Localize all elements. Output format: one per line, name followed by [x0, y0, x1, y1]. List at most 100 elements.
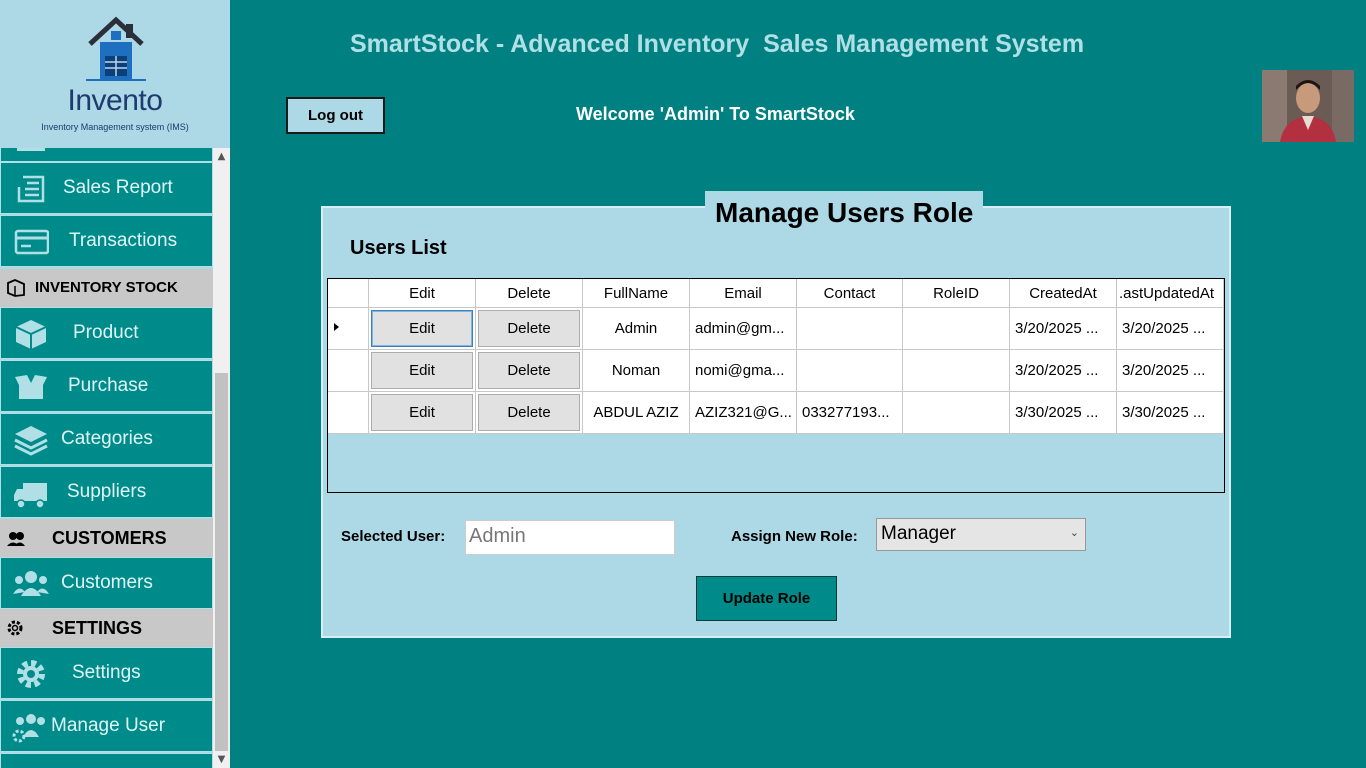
column-header[interactable]: RoleID [903, 279, 1010, 308]
cell-updated[interactable]: 3/30/2025 ... [1117, 392, 1224, 434]
column-header[interactable]: Edit [369, 279, 476, 308]
sidebar-item-settings[interactable]: Settings [0, 647, 213, 699]
section-header-customers: CUSTOMERS [0, 519, 213, 557]
logout-button[interactable]: Log out [286, 97, 385, 134]
role-dropdown[interactable]: Manager ⌄ [876, 518, 1086, 551]
cell-fullname[interactable]: ABDUL AZIZ [583, 392, 690, 434]
scroll-thumb[interactable] [215, 373, 228, 751]
sidebar-item-label: Product [73, 322, 139, 343]
column-header[interactable]: Contact [797, 279, 903, 308]
selected-user-field[interactable]: Admin [465, 520, 675, 555]
column-header[interactable]: .astUpdatedAt [1117, 279, 1224, 308]
column-header[interactable]: FullName [583, 279, 690, 308]
sidebar-item-customers[interactable]: Customers [0, 557, 213, 609]
partial-bottom-icon [13, 764, 49, 768]
column-header[interactable]: Email [690, 279, 797, 308]
cell-updated[interactable]: 3/20/2025 ... [1117, 308, 1224, 350]
row-selector[interactable] [328, 308, 369, 350]
delete-button[interactable]: Delete [476, 392, 583, 434]
cell-email[interactable]: AZIZ321@G... [690, 392, 797, 434]
edit-button[interactable]: Edit [369, 350, 476, 392]
user-gear-icon [11, 711, 47, 743]
logo: Invento Inventory Management system (IMS… [0, 0, 230, 148]
sidebar-item-partial[interactable] [0, 148, 213, 162]
panel-title: Manage Users Role [705, 191, 984, 231]
row-selector[interactable] [328, 392, 369, 434]
scroll-down-icon[interactable]: ▼ [213, 751, 230, 768]
row-arrow-icon [334, 323, 339, 331]
gear-small-icon [6, 619, 26, 637]
app-title: SmartStock - Advanced Inventory Sales Ma… [350, 30, 1085, 58]
cube-icon [13, 318, 49, 350]
sidebar-nav: Sales Report Transactions INVENTORY STOC… [0, 148, 213, 768]
sidebar-item-partial-bottom[interactable] [0, 753, 213, 768]
cell-contact[interactable] [797, 350, 903, 392]
open-box-icon [13, 371, 49, 403]
sidebar-item-label: Categories [61, 428, 153, 449]
truck-icon [13, 477, 49, 509]
section-header-label: SETTINGS [52, 618, 143, 638]
welcome-text: Welcome 'Admin' To SmartStock [576, 104, 855, 124]
sidebar: Invento Inventory Management system (IMS… [0, 0, 230, 768]
row-selector[interactable] [328, 350, 369, 392]
cell-fullname[interactable]: Admin [583, 308, 690, 350]
cell-contact[interactable] [797, 308, 903, 350]
delete-button[interactable]: Delete [476, 308, 583, 350]
sidebar-item-label: Manage User [51, 715, 166, 736]
column-header[interactable]: CreatedAt [1010, 279, 1117, 308]
sidebar-item-label: Sales Report [63, 177, 173, 198]
sidebar-item-suppliers[interactable]: Suppliers [0, 466, 213, 518]
table-row[interactable]: Edit Delete Noman nomi@gma... 3/20/2025 … [328, 350, 1224, 392]
cell-updated[interactable]: 3/20/2025 ... [1117, 350, 1224, 392]
house-logo-icon [86, 16, 146, 81]
sidebar-item-product[interactable]: Product [0, 307, 213, 359]
column-header[interactable]: Delete [476, 279, 583, 308]
sidebar-item-categories[interactable]: Categories [0, 413, 213, 465]
table-row[interactable]: Edit Delete Admin admin@gm... 3/20/2025 … [328, 308, 1224, 350]
sidebar-item-manage-user[interactable]: Manage User [0, 700, 213, 752]
section-header-label: CUSTOMERS [52, 528, 167, 548]
cell-created[interactable]: 3/30/2025 ... [1010, 392, 1117, 434]
role-dropdown-value: Manager [881, 523, 956, 544]
edit-button[interactable]: Edit [369, 392, 476, 434]
chevron-down-icon: ⌄ [1069, 527, 1079, 539]
selected-user-label: Selected User: [341, 528, 446, 545]
sidebar-item-sales-report[interactable]: Sales Report [0, 162, 213, 214]
cell-fullname[interactable]: Noman [583, 350, 690, 392]
cell-created[interactable]: 3/20/2025 ... [1010, 308, 1117, 350]
edit-button-label: Edit [371, 310, 473, 347]
cell-contact[interactable]: 033277193... [797, 392, 903, 434]
edit-button-label: Edit [371, 352, 473, 389]
section-header-inventory: INVENTORY STOCK [0, 269, 213, 307]
partial-icon [13, 148, 49, 153]
sidebar-item-purchase[interactable]: Purchase [0, 360, 213, 412]
assign-role-label: Assign New Role: [731, 528, 858, 545]
users-grid[interactable]: Edit Delete FullName Email Contact RoleI… [327, 278, 1225, 493]
scroll-up-icon[interactable]: ▲ [213, 148, 230, 165]
report-icon [13, 173, 49, 205]
table-row[interactable]: Edit Delete ABDUL AZIZ AZIZ321@G... 0332… [328, 392, 1224, 434]
sidebar-item-label: Customers [61, 572, 153, 593]
logo-subtitle: Inventory Management system (IMS) [41, 122, 189, 132]
row-header-corner [328, 279, 369, 308]
cell-created[interactable]: 3/20/2025 ... [1010, 350, 1117, 392]
cell-roleid[interactable] [903, 350, 1010, 392]
delete-button-label: Delete [478, 394, 580, 431]
delete-button[interactable]: Delete [476, 350, 583, 392]
customers-head-icon [6, 529, 26, 547]
delete-button-label: Delete [478, 352, 580, 389]
cell-roleid[interactable] [903, 392, 1010, 434]
delete-button-label: Delete [478, 310, 580, 347]
users-list-title: Users List [350, 237, 447, 259]
cell-email[interactable]: admin@gm... [690, 308, 797, 350]
sidebar-item-transactions[interactable]: Transactions [0, 215, 213, 267]
avatar [1262, 70, 1354, 142]
sidebar-scrollbar[interactable]: ▲ ▼ [213, 148, 230, 768]
update-role-button[interactable]: Update Role [696, 576, 837, 621]
cell-email[interactable]: nomi@gma... [690, 350, 797, 392]
edit-button[interactable]: Edit [369, 308, 476, 350]
sidebar-item-label: Suppliers [67, 481, 147, 502]
cell-roleid[interactable] [903, 308, 1010, 350]
group-icon [13, 568, 49, 600]
edit-button-label: Edit [371, 394, 473, 431]
